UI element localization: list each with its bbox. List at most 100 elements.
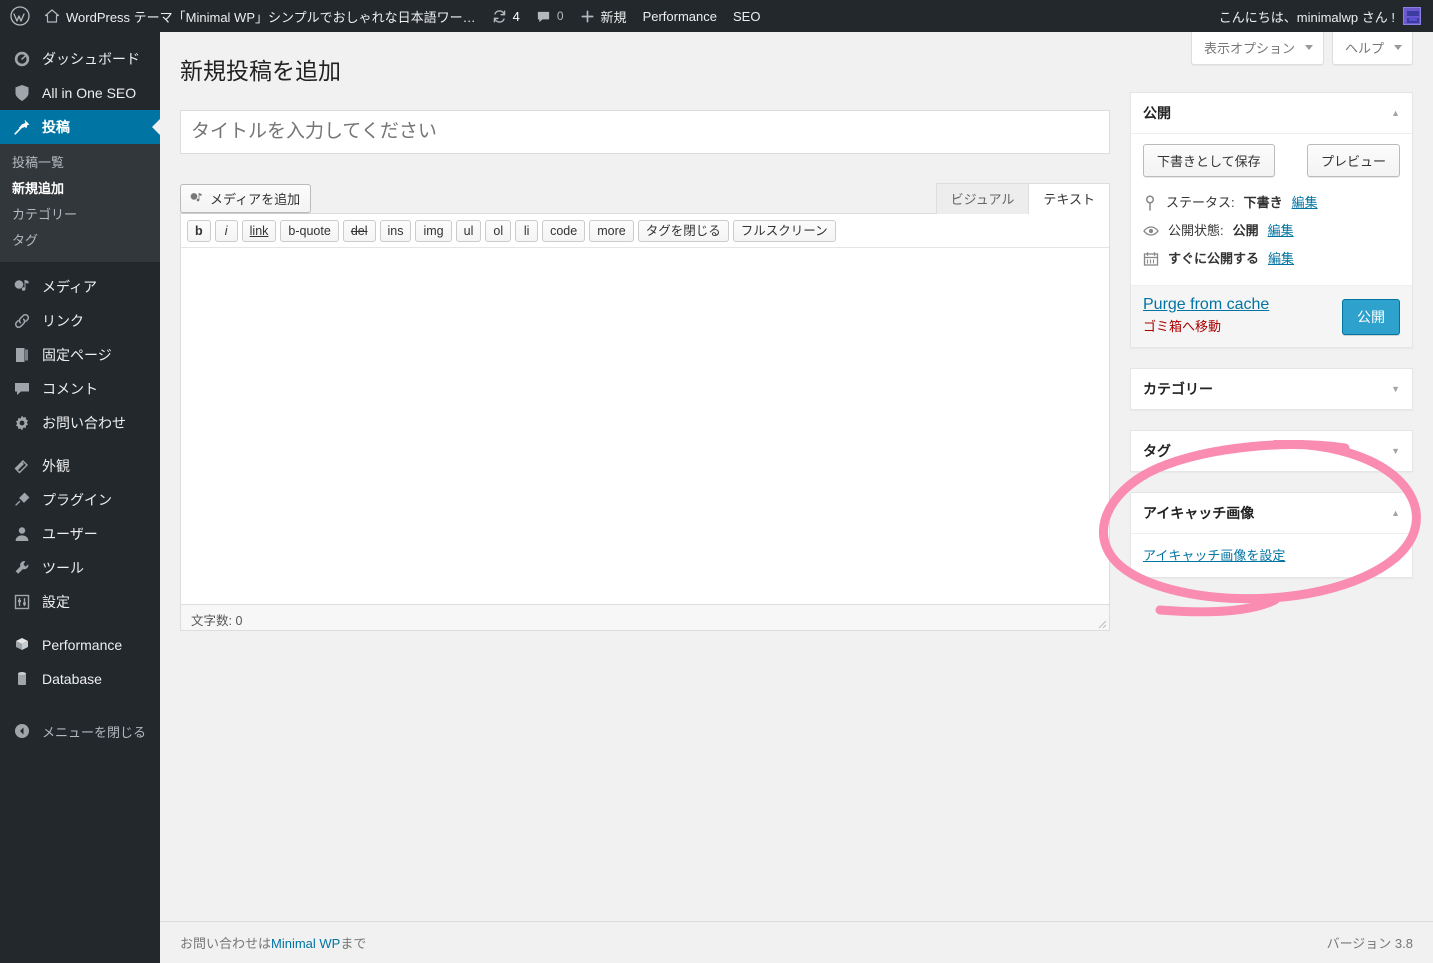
sidebar-item-dashboard[interactable]: ダッシュボード xyxy=(0,42,160,76)
sidebar-item-posts[interactable]: 投稿 xyxy=(0,110,160,144)
quicktag-img[interactable]: img xyxy=(415,220,452,242)
help-label: ヘルプ xyxy=(1344,41,1384,56)
quicktag-ul[interactable]: ul xyxy=(455,220,482,242)
publish-metabox-body: 下書きとして保存 プレビュー ステータス: 下書き 編集 公開状態: 公開 編集… xyxy=(1131,134,1412,285)
tab-visual[interactable]: ビジュアル xyxy=(935,183,1030,214)
sidebar-item-all-posts[interactable]: 投稿一覧 xyxy=(0,150,160,176)
sidebar-item-contact[interactable]: お問い合わせ xyxy=(0,406,160,440)
triangle-up-icon[interactable]: ▲ xyxy=(1391,108,1400,118)
sidebar-item-database[interactable]: Database xyxy=(0,662,160,696)
seo-menu[interactable]: SEO xyxy=(725,0,768,32)
sidebar-item-categories[interactable]: カテゴリー xyxy=(0,202,160,228)
my-account-menu[interactable]: こんにちは、minimalwp さん ! xyxy=(1211,0,1433,32)
sidebar-submenu-posts: 投稿一覧 新規追加 カテゴリー タグ xyxy=(0,144,160,262)
triangle-up-icon[interactable]: ▲ xyxy=(1391,508,1400,518)
chevron-down-icon xyxy=(1304,45,1313,50)
sidebar-item-comments[interactable]: コメント xyxy=(0,372,160,406)
set-featured-image-link[interactable]: アイキャッチ画像を設定 xyxy=(1143,548,1285,563)
updates-icon xyxy=(492,9,507,24)
footer-prefix: お問い合わせは xyxy=(180,936,272,951)
sidebar-item-label: ダッシュボード xyxy=(42,51,140,67)
sidebar-item-tools[interactable]: ツール xyxy=(0,551,160,585)
settings-sliders-icon xyxy=(12,592,32,612)
site-name-menu[interactable]: WordPress テーマ「Minimal WP」シンプルでおしゃれな日本語ワー… xyxy=(36,0,484,32)
metabox-sidebar: 公開 ▲ 下書きとして保存 プレビュー ステータス: 下書き 編集 公開状態: … xyxy=(1130,92,1413,598)
quicktag-bold[interactable]: b xyxy=(187,220,211,242)
admin-bar: WordPress テーマ「Minimal WP」シンプルでおしゃれな日本語ワー… xyxy=(0,0,1433,32)
post-content-textarea[interactable] xyxy=(181,248,1109,604)
quicktag-ins[interactable]: ins xyxy=(379,220,412,242)
sidebar-item-label: リンク xyxy=(42,313,84,329)
post-visibility-label: 公開状態: xyxy=(1168,223,1224,238)
edit-visibility-link[interactable]: 編集 xyxy=(1268,222,1294,240)
database-cylinder-icon xyxy=(12,669,32,689)
sidebar-item-appearance[interactable]: 外観 xyxy=(0,449,160,483)
quicktag-del[interactable]: del xyxy=(342,220,376,242)
featured-image-metabox-body: アイキャッチ画像を設定 xyxy=(1131,534,1412,577)
home-icon xyxy=(44,8,60,24)
featured-image-metabox-header[interactable]: アイキャッチ画像 ▲ xyxy=(1131,493,1412,534)
quicktag-code[interactable]: code xyxy=(542,220,586,242)
tab-text[interactable]: テキスト xyxy=(1028,183,1110,214)
eye-icon xyxy=(1143,224,1159,238)
sidebar-item-label: Performance xyxy=(42,637,123,653)
quicktag-close-tags[interactable]: タグを閉じる xyxy=(637,220,729,242)
sidebar-item-links[interactable]: リンク xyxy=(0,304,160,338)
avatar-icon xyxy=(1403,7,1421,25)
add-media-button[interactable]: メディアを追加 xyxy=(180,184,312,213)
tags-metabox-header[interactable]: タグ ▼ xyxy=(1131,431,1412,471)
quicktag-more[interactable]: more xyxy=(589,220,634,242)
admin-sidebar-menu: ダッシュボード All in One SEO 投稿 投稿一覧 新規追加 カテゴリ… xyxy=(0,32,160,963)
quicktag-ol[interactable]: ol xyxy=(485,220,512,242)
edit-schedule-link[interactable]: 編集 xyxy=(1268,250,1294,268)
publish-button[interactable]: 公開 xyxy=(1342,299,1400,335)
wrench-icon xyxy=(12,558,32,578)
sidebar-item-media[interactable]: メディア xyxy=(0,270,160,304)
sidebar-item-tags[interactable]: タグ xyxy=(0,228,160,254)
sidebar-item-settings[interactable]: 設定 xyxy=(0,585,160,619)
media-icon xyxy=(12,277,32,297)
preview-button[interactable]: プレビュー xyxy=(1306,144,1400,177)
media-buttons-row: メディアを追加 ビジュアル テキスト xyxy=(180,183,1110,214)
triangle-down-icon[interactable]: ▼ xyxy=(1391,384,1400,394)
publish-metabox-header[interactable]: 公開 ▲ xyxy=(1131,93,1412,134)
post-status-value: 下書き xyxy=(1243,195,1283,210)
post-schedule-label: すぐに公開する xyxy=(1168,251,1260,266)
screen-options-button[interactable]: 表示オプション xyxy=(1190,32,1324,65)
save-draft-button[interactable]: 下書きとして保存 xyxy=(1143,144,1275,177)
collapse-menu-button[interactable]: メニューを閉じる xyxy=(0,714,160,748)
appearance-brush-icon xyxy=(12,456,32,476)
quicktag-li[interactable]: li xyxy=(515,220,539,242)
wordpress-logo-button[interactable] xyxy=(0,0,36,32)
quicktag-blockquote[interactable]: b-quote xyxy=(280,220,339,242)
post-title-input[interactable] xyxy=(180,110,1110,154)
sidebar-item-users[interactable]: ユーザー xyxy=(0,517,160,551)
sidebar-item-label: プラグイン xyxy=(42,492,112,508)
main-content: 表示オプション ヘルプ 新規投稿を追加 メディアを追加 xyxy=(160,32,1433,963)
footer-link[interactable]: Minimal WP xyxy=(271,936,340,951)
quicktag-fullscreen[interactable]: フルスクリーン xyxy=(732,220,836,242)
plus-icon xyxy=(580,9,595,24)
sidebar-item-plugins[interactable]: プラグイン xyxy=(0,483,160,517)
quicktag-italic[interactable]: i xyxy=(214,220,238,242)
performance-menu[interactable]: Performance xyxy=(635,0,725,32)
media-add-icon xyxy=(189,191,204,206)
publish-major-actions: Purge from cache ゴミ箱へ移動 公開 xyxy=(1131,285,1412,347)
sidebar-item-add-new-post[interactable]: 新規追加 xyxy=(0,176,160,202)
triangle-down-icon[interactable]: ▼ xyxy=(1391,446,1400,456)
footer-version: バージョン 3.8 xyxy=(1326,936,1413,951)
updates-button[interactable]: 4 xyxy=(484,0,528,32)
sidebar-item-performance[interactable]: Performance xyxy=(0,628,160,662)
edit-status-link[interactable]: 編集 xyxy=(1292,194,1318,212)
new-content-button[interactable]: 新規 xyxy=(572,0,635,32)
help-button[interactable]: ヘルプ xyxy=(1331,32,1413,65)
gear-icon xyxy=(12,413,32,433)
sidebar-item-all-in-one-seo[interactable]: All in One SEO xyxy=(0,76,160,110)
quicktag-link[interactable]: link xyxy=(241,220,277,242)
publish-minor-actions: 下書きとして保存 プレビュー xyxy=(1143,144,1400,177)
comments-button[interactable]: 0 xyxy=(528,0,572,32)
editor-resize-handle[interactable] xyxy=(1093,615,1107,629)
sidebar-item-pages[interactable]: 固定ページ xyxy=(0,338,160,372)
link-icon xyxy=(12,311,32,331)
categories-metabox-header[interactable]: カテゴリー ▼ xyxy=(1131,369,1412,409)
